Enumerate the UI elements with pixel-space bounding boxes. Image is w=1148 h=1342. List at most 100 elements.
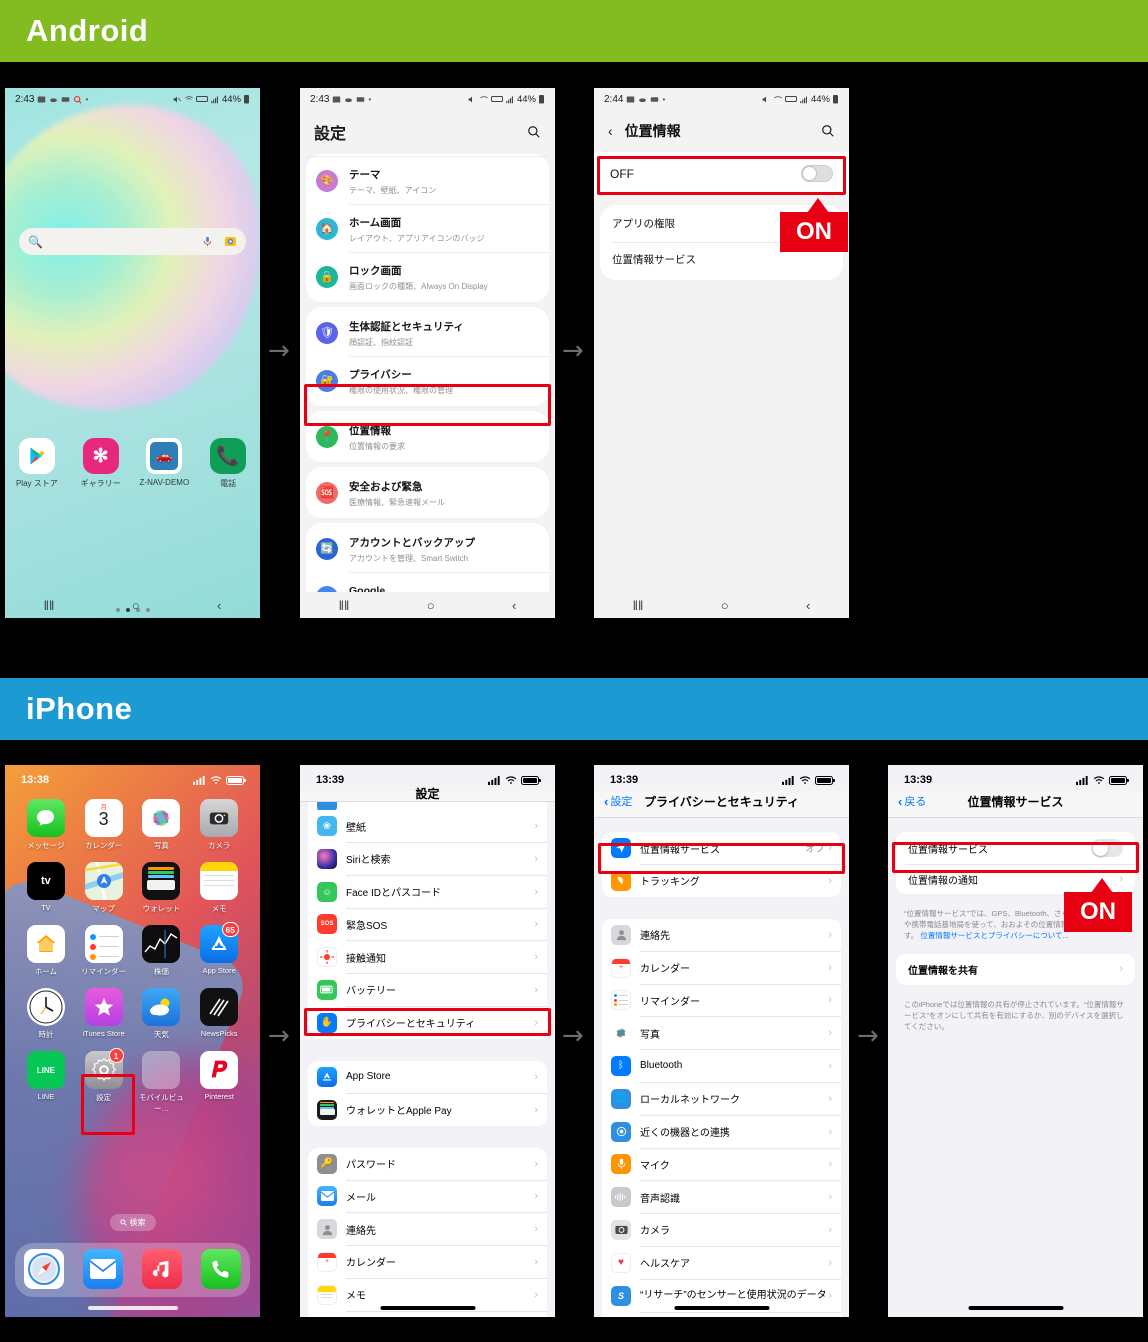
row-calendar[interactable]: + カレンダー ›	[308, 1246, 547, 1278]
page-title: 位置情報	[624, 123, 681, 139]
wallpaper-icon: ❀	[317, 816, 337, 836]
row-health[interactable]: ♥ ヘルスケア ›	[602, 1247, 841, 1279]
app-calendar[interactable]: 月 3 カレンダー	[75, 799, 133, 851]
row-siri-search[interactable]: Siriと検索 ›	[308, 843, 547, 875]
app-notes[interactable]: メモ	[190, 862, 248, 914]
bluetooth-icon: ᛒ	[611, 1055, 631, 1076]
row-nearby-interactions[interactable]: 近くの機器との連携 ›	[602, 1116, 841, 1148]
app-phone[interactable]: 📞 電話	[203, 438, 253, 489]
recents-button[interactable]: ‖‖	[339, 598, 350, 613]
settings-row-accounts-backup[interactable]: 🔄 アカウントとバックアップ アカウントを管理、Smart Switch	[306, 525, 549, 572]
tv-icon: tv	[26, 862, 65, 900]
browser-status-icon	[74, 95, 83, 104]
app-stocks[interactable]: 株価	[133, 925, 191, 977]
row-local-network[interactable]: 🌐 ローカルネットワーク ›	[602, 1083, 841, 1115]
battery-percent: 44%	[810, 93, 830, 105]
row-label: 音声認識	[640, 1193, 680, 1205]
app-itunes-store[interactable]: iTunes Store	[75, 988, 133, 1040]
back-label: 戻る	[904, 796, 927, 808]
iphone-app-grid: メッセージ 月 3 カレンダー 写真 カメラ tv TV マップ ウォレット メ…	[5, 799, 260, 1114]
settings-nav-bar: 設定	[300, 787, 555, 802]
app-weather[interactable]: 天気	[133, 988, 191, 1040]
microphone-icon[interactable]	[202, 235, 213, 248]
recents-button[interactable]: ‖‖	[44, 598, 55, 613]
row-wallet-apple-pay[interactable]: ウォレットとApple Pay ›	[308, 1094, 547, 1126]
row-speech-recognition[interactable]: 音声認識 ›	[602, 1181, 841, 1213]
row-microphone[interactable]: マイク ›	[602, 1148, 841, 1180]
settings-row-safety-emergency[interactable]: 🆘 安全および緊急 医療情報、緊急速報メール	[306, 469, 549, 516]
search-icon[interactable]	[821, 124, 835, 138]
back-button[interactable]: ‹ 設定	[604, 793, 632, 809]
app-folder-mobile-view[interactable]: モバイルビュー…	[133, 1051, 191, 1114]
row-homekit[interactable]: HomeKit ›	[602, 1312, 841, 1317]
row-photos[interactable]: 写真 ›	[602, 1017, 841, 1049]
home-button[interactable]: ○	[427, 598, 435, 613]
home-button[interactable]: ○	[721, 598, 729, 613]
back-chevron-icon[interactable]: ‹	[608, 123, 613, 139]
app-clock[interactable]: 時計	[17, 988, 75, 1040]
row-battery[interactable]: バッテリー ›	[308, 974, 547, 1006]
recents-button[interactable]: ‖‖	[633, 598, 644, 613]
back-button[interactable]: ‹ 戻る	[898, 793, 926, 809]
back-button[interactable]: ‹	[512, 598, 516, 613]
reminders-icon	[84, 925, 123, 963]
music-icon[interactable]	[141, 1248, 182, 1289]
app-messages[interactable]: メッセージ	[17, 799, 75, 851]
cellular-signal-icon	[782, 775, 794, 785]
row-reminders[interactable]: リマインダー ›	[308, 1312, 547, 1317]
row-mail[interactable]: メール ›	[308, 1180, 547, 1212]
app-reminders[interactable]: リマインダー	[75, 925, 133, 977]
app-pinterest[interactable]: 𝑷 Pinterest	[190, 1051, 248, 1114]
app-app-store[interactable]: 65 App Store	[190, 922, 248, 977]
flow-arrow-4: →	[562, 1021, 584, 1051]
app-wallet[interactable]: ウォレット	[133, 862, 191, 914]
app-tv[interactable]: tv TV	[17, 862, 75, 914]
cellular-signal-icon	[193, 775, 205, 785]
app-z-nav-demo[interactable]: 🚗 Z-NAV-DEMO	[139, 438, 189, 489]
safari-icon[interactable]	[24, 1248, 65, 1289]
row-bluetooth[interactable]: ᛒ Bluetooth ›	[602, 1050, 841, 1082]
google-lens-icon[interactable]	[224, 235, 237, 248]
row-label: ローカルネットワーク	[640, 1095, 740, 1107]
google-search-widget[interactable]: 🔍	[19, 228, 246, 255]
gallery-status-icon	[38, 96, 46, 102]
app-newspicks[interactable]: NewsPicks	[190, 988, 248, 1040]
row-passwords[interactable]: 🔑 パスワード ›	[308, 1148, 547, 1180]
phone-icon[interactable]	[200, 1248, 241, 1289]
row-contacts[interactable]: 連絡先 ›	[602, 919, 841, 951]
row-share-location[interactable]: 位置情報を共有 ›	[896, 954, 1135, 985]
row-emergency-sos[interactable]: SOS 緊急SOS ›	[308, 908, 547, 940]
row-contacts[interactable]: 連絡先 ›	[308, 1213, 547, 1245]
app-play-store[interactable]: Play ストア	[12, 438, 62, 489]
row-camera[interactable]: カメラ ›	[602, 1214, 841, 1246]
home-button[interactable]: ○	[132, 598, 140, 613]
app-camera[interactable]: カメラ	[190, 799, 248, 851]
privacy-link[interactable]: 位置情報サービスとプライバシーについて...	[920, 931, 1068, 940]
settings-row-theme[interactable]: 🎨 テーマ テーマ、壁紙、アイコン	[306, 157, 549, 204]
settings-card-1: ❀ 壁紙 › Siriと検索 › ☺ Face IDとパスコード › SOS 緊…	[308, 810, 547, 1039]
back-button[interactable]: ‹	[806, 598, 810, 613]
search-pill[interactable]: 検索	[109, 1214, 156, 1231]
settings-row-home-screen[interactable]: 🏠 ホーム画面 レイアウト、アプリアイコンのバッジ	[306, 205, 549, 252]
row-face-id-passcode[interactable]: ☺ Face IDとパスコード ›	[308, 876, 547, 908]
battery-icon	[539, 95, 544, 104]
settings-row-lock-screen[interactable]: 🔒 ロック画面 画面ロックの種類、Always On Display	[306, 253, 549, 300]
row-wallpaper[interactable]: ❀ 壁紙 ›	[308, 810, 547, 842]
row-app-store[interactable]: App Store ›	[308, 1061, 547, 1093]
mail-icon[interactable]	[83, 1248, 124, 1289]
app-photos[interactable]: 写真	[133, 799, 191, 851]
row-subtitle: 医療情報、緊急速報メール	[349, 498, 445, 507]
row-exposure-notification[interactable]: 接触通知 ›	[308, 941, 547, 973]
contacts-icon	[611, 924, 631, 945]
row-calendar[interactable]: + カレンダー ›	[602, 952, 841, 984]
app-gallery[interactable]: ✻ ギャラリー	[76, 438, 126, 489]
row-title: 生体認証とセキュリティ	[349, 321, 464, 333]
back-button[interactable]: ‹	[217, 598, 221, 613]
search-icon[interactable]	[527, 125, 541, 139]
settings-row-biometrics[interactable]: 🛡 生体認証とセキュリティ 顔認証、指紋認証	[306, 309, 549, 356]
on-callout-badge: ON	[780, 212, 848, 252]
app-maps[interactable]: マップ	[75, 862, 133, 914]
app-line[interactable]: LINE LINE	[17, 1051, 75, 1114]
app-home[interactable]: ホーム	[17, 925, 75, 977]
row-reminders[interactable]: リマインダー ›	[602, 984, 841, 1016]
